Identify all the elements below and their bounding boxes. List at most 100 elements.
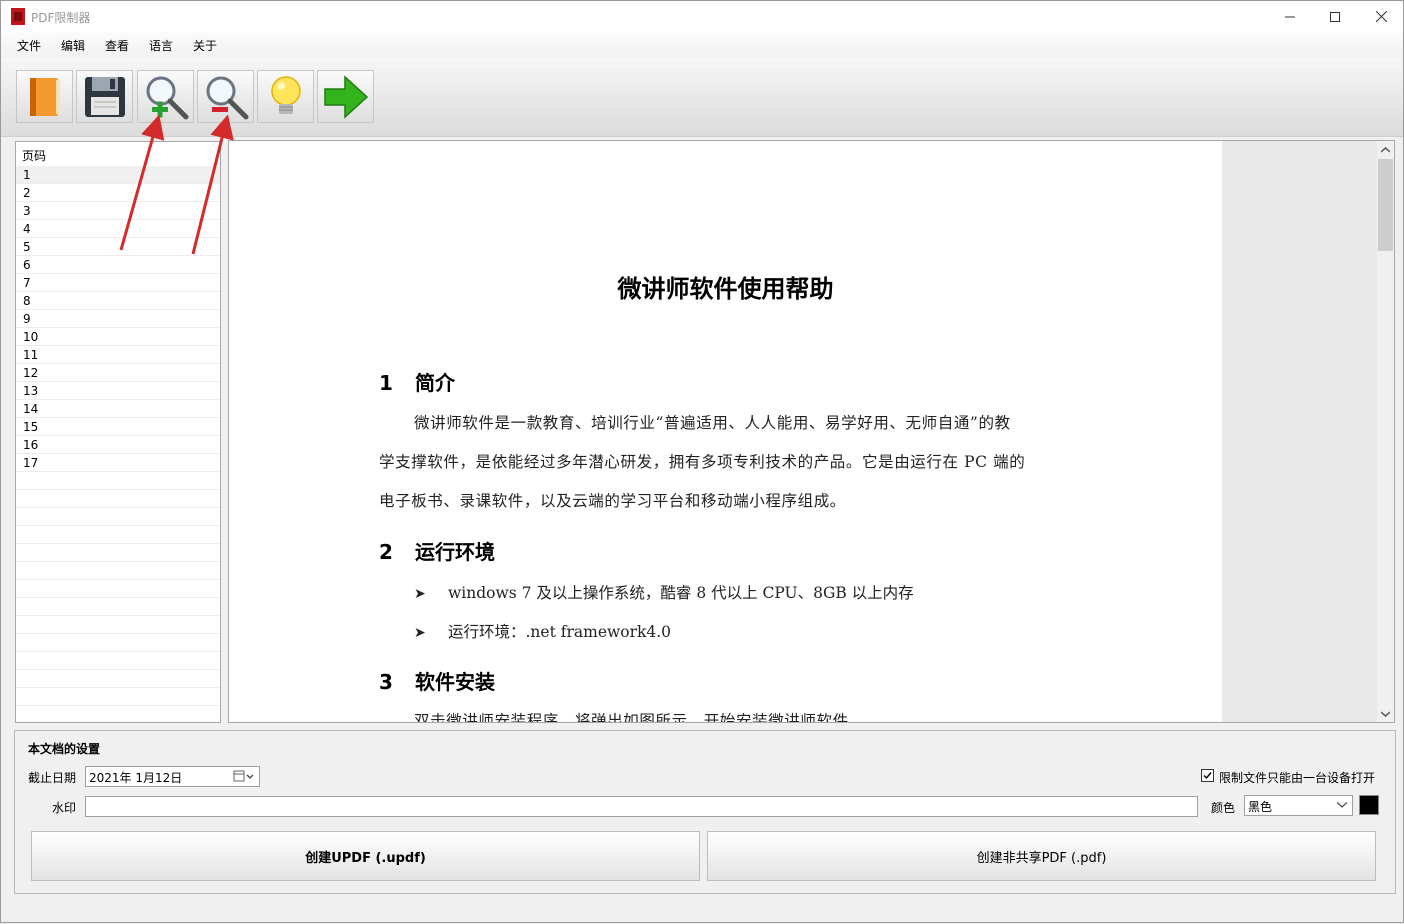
document-settings-group: 本文档的设置 截止日期 2021年 1月12日 限制文件只能由一台设备打开 水印… <box>14 730 1396 894</box>
expiry-date-label: 截止日期 <box>28 771 77 785</box>
document-page: 微讲师软件使用帮助 1 简介 微讲师软件是一款教育、培训行业“普遍适用、人人能用、… <box>229 141 1222 723</box>
page-list-empty-row <box>16 634 220 652</box>
save-button[interactable] <box>76 70 133 123</box>
page-list-item[interactable]: 14 <box>16 400 220 418</box>
page-list-header: 页码 <box>22 149 47 163</box>
expiry-date-picker[interactable]: 2021年 1月12日 <box>85 766 260 787</box>
minimize-button[interactable] <box>1267 1 1313 32</box>
lightbulb-icon <box>270 75 301 114</box>
page-list-empty-row <box>16 544 220 562</box>
page-list-item[interactable]: 13 <box>16 382 220 400</box>
page-list-item[interactable]: 9 <box>16 310 220 328</box>
paragraph-line: 微讲师软件是一款教育、培训行业“普遍适用、人人能用、易学好用、无师自通”的教 <box>414 414 1011 432</box>
save-floppy-icon <box>84 76 125 117</box>
bullet-text: 运行环境：.net framework4.0 <box>448 623 672 641</box>
document-preview[interactable]: 微讲师软件使用帮助 1 简介 微讲师软件是一款教育、培训行业“普遍适用、人人能用、… <box>228 140 1395 723</box>
section-title: 简介 <box>415 371 455 395</box>
open-button[interactable] <box>16 70 73 123</box>
page-list-item[interactable]: 6 <box>16 256 220 274</box>
page-list-item[interactable]: 7 <box>16 274 220 292</box>
page-list-empty-row <box>16 580 220 598</box>
zoom-out-icon <box>206 76 248 119</box>
menu-about[interactable]: 关于 <box>189 37 221 54</box>
vertical-scrollbar[interactable] <box>1377 141 1394 722</box>
bullet-item: ➤ 运行环境：.net framework4.0 <box>414 620 671 642</box>
next-button[interactable] <box>317 70 374 123</box>
green-arrow-right-icon <box>323 74 368 119</box>
page-list-empty-row <box>16 670 220 688</box>
app-window: PDF限制器 文件 编辑 查看 语言 关于 页码 1 2 3 4 5 6 7 8… <box>0 0 1404 923</box>
page-list-empty-row <box>16 490 220 508</box>
toolbar <box>1 58 1403 137</box>
color-label: 颜色 <box>1211 801 1236 815</box>
scroll-thumb[interactable] <box>1378 159 1393 251</box>
document-title: 微讲师软件使用帮助 <box>617 275 834 303</box>
close-button[interactable] <box>1358 1 1404 32</box>
section-number: 3 <box>379 670 393 694</box>
pdf-app-icon <box>11 8 25 25</box>
close-icon <box>1375 11 1387 22</box>
menu-file[interactable]: 文件 <box>13 37 45 54</box>
watermark-label: 水印 <box>52 801 77 815</box>
color-select[interactable]: 黑色 <box>1244 795 1353 816</box>
paragraph-line: 电子板书、录课软件，以及云端的学习平台和移动端小程序组成。 <box>379 492 846 510</box>
page-list-item[interactable]: 17 <box>16 454 220 472</box>
minimize-icon <box>1285 16 1295 17</box>
restrict-device-checkbox[interactable] <box>1201 769 1214 782</box>
maximize-icon <box>1330 11 1340 22</box>
page-list-item[interactable]: 5 <box>16 238 220 256</box>
page-list-empty-row <box>16 562 220 580</box>
create-pdf-button[interactable]: 创建非共享PDF (.pdf) <box>707 831 1376 881</box>
page-list-item[interactable]: 4 <box>16 220 220 238</box>
page-list-item[interactable]: 12 <box>16 364 220 382</box>
page-list-empty-row <box>16 598 220 616</box>
expiry-date-value: 2021年 1月12日 <box>89 771 183 785</box>
tip-button[interactable] <box>257 70 314 123</box>
chevron-up-icon <box>1381 146 1390 153</box>
watermark-input[interactable] <box>85 796 1198 817</box>
bullet-arrow-icon: ➤ <box>414 586 426 602</box>
bullet-arrow-icon: ➤ <box>414 625 426 641</box>
paragraph-line: 双击微讲师安装程序，将弹出如图所示，开始安装微讲师软件。 <box>414 712 865 723</box>
calendar-dropdown-icon[interactable] <box>233 770 255 783</box>
page-list-item[interactable]: 11 <box>16 346 220 364</box>
section-title: 运行环境 <box>415 540 495 564</box>
section-heading: 3 软件安装 <box>379 666 495 695</box>
chevron-down-icon <box>1337 802 1347 808</box>
page-list[interactable]: 页码 1 2 3 4 5 6 7 8 9 10 11 12 13 14 15 1… <box>15 141 221 723</box>
scroll-down-button[interactable] <box>1377 705 1394 722</box>
page-list-empty-row <box>16 508 220 526</box>
page-list-empty-row <box>16 688 220 706</box>
bullet-item: ➤ windows 7 及以上操作系统，酷睿 8 代以上 CPU、8GB 以上内存 <box>414 581 914 603</box>
menu-view[interactable]: 查看 <box>101 37 133 54</box>
zoom-out-button[interactable] <box>197 70 254 123</box>
chevron-down-icon <box>1381 710 1390 717</box>
group-title: 本文档的设置 <box>28 742 101 756</box>
page-list-item[interactable]: 16 <box>16 436 220 454</box>
section-number: 1 <box>379 371 393 395</box>
menu-edit[interactable]: 编辑 <box>57 37 89 54</box>
page-list-item[interactable]: 15 <box>16 418 220 436</box>
page-list-item[interactable]: 1 <box>16 166 220 184</box>
checkmark-icon <box>1203 772 1212 780</box>
page-list-empty-row <box>16 472 220 490</box>
page-list-empty-row <box>16 616 220 634</box>
section-heading: 1 简介 <box>379 367 455 396</box>
color-swatch[interactable] <box>1359 795 1379 815</box>
page-list-item[interactable]: 8 <box>16 292 220 310</box>
restrict-device-label[interactable]: 限制文件只能由一台设备打开 <box>1219 769 1375 786</box>
create-updf-button[interactable]: 创建UPDF (.updf) <box>31 831 700 881</box>
section-heading: 2 运行环境 <box>379 536 495 565</box>
section-number: 2 <box>379 540 393 564</box>
page-list-item[interactable]: 3 <box>16 202 220 220</box>
title-bar: PDF限制器 <box>1 1 1403 32</box>
zoom-in-button[interactable] <box>137 70 194 123</box>
page-list-item[interactable]: 2 <box>16 184 220 202</box>
color-select-value: 黑色 <box>1248 800 1273 814</box>
paragraph-line: 学支撑软件，是依能经过多年潜心研发，拥有多项专利技术的产品。它是由运行在 PC … <box>379 453 1026 471</box>
scroll-up-button[interactable] <box>1377 141 1394 158</box>
page-list-item[interactable]: 10 <box>16 328 220 346</box>
section-title: 软件安装 <box>415 670 495 694</box>
maximize-button[interactable] <box>1312 1 1358 32</box>
menu-language[interactable]: 语言 <box>145 37 177 54</box>
